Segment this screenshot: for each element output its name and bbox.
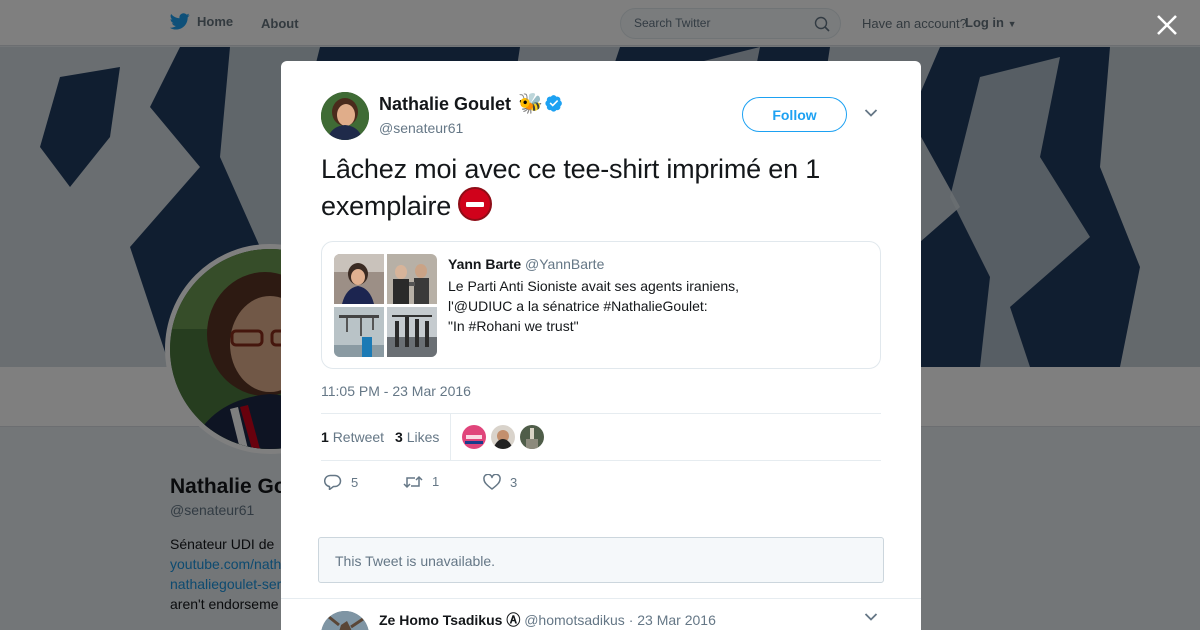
chevron-down-icon[interactable] [864,612,878,622]
quoted-author-handle: @YannBarte [525,256,605,272]
unavailable-tweet-notice: This Tweet is unavailable. [318,537,884,583]
like-action-count: 3 [510,474,518,490]
likes-stat-label: Likes [406,429,440,445]
retweet-icon [403,475,423,488]
divider [281,598,921,599]
verified-badge-icon [545,95,562,112]
author-avatar[interactable] [321,92,369,140]
retweet-stat-label: Retweet [332,429,385,445]
chevron-down-icon[interactable] [864,108,878,118]
media-thumbnail[interactable] [387,254,437,304]
tweet-text: Lâchez moi avec ce tee-shirt imprimé en … [321,152,891,224]
quoted-author[interactable]: Yann Barte @YannBarte [448,256,604,272]
bee-emoji: 🐝 [518,93,543,115]
author-handle[interactable]: @senateur61 [379,120,463,136]
likes-count: 3 [395,429,403,445]
reply-author-name[interactable]: Ze Homo Tsadikus Ⓐ [379,612,520,628]
quoted-text-line: "In #Rohani we trust" [448,318,579,334]
media-thumbnail[interactable] [387,307,437,357]
author-name[interactable]: Nathalie Goulet [379,94,511,115]
reply-header: Ze Homo Tsadikus Ⓐ @homotsadikus · 23 Ma… [379,610,716,630]
media-thumbnail[interactable] [334,307,384,357]
no-entry-icon [458,187,493,221]
quoted-text-line: Le Parti Anti Sioniste avait ses agents … [448,278,740,294]
quoted-text: Le Parti Anti Sioniste avait ses agents … [448,276,868,336]
like-button[interactable]: 3 [483,474,517,490]
liker-avatar[interactable] [462,425,486,449]
reply-button[interactable]: 5 [324,474,358,490]
retweet-action-count: 1 [432,474,440,489]
follow-button[interactable]: Follow [742,97,847,132]
liker-avatar[interactable] [520,425,544,449]
divider [450,414,451,461]
reply-icon [324,474,342,490]
tweet-stats: 1 Retweet 3 Likes [321,413,881,461]
liker-avatars [462,425,544,449]
retweet-stat[interactable]: 1 Retweet [321,429,384,445]
retweet-button[interactable]: 1 [403,474,439,489]
media-thumbnail[interactable] [334,254,384,304]
tweet-body: Lâchez moi avec ce tee-shirt imprimé en … [321,154,821,221]
reply-author-handle[interactable]: @homotsadikus [524,612,625,628]
tweet-timestamp[interactable]: 11:05 PM - 23 Mar 2016 [321,383,471,399]
tweet-modal: Nathalie Goulet 🐝 @senateur61 Follow Lâc… [281,61,921,630]
close-icon[interactable] [1154,12,1180,38]
like-icon [483,474,501,490]
quoted-media-grid[interactable] [334,254,437,357]
reply-author-avatar[interactable] [321,611,369,630]
reply-count: 5 [351,474,359,490]
reply-separator: · [628,612,634,628]
reply-date[interactable]: 23 Mar 2016 [637,612,716,628]
liker-avatar[interactable] [491,425,515,449]
likes-stat[interactable]: 3 Likes [395,429,439,445]
quoted-text-line: l'@UDIUC a la sénatrice #NathalieGoulet: [448,298,708,314]
retweet-count: 1 [321,429,329,445]
quoted-tweet[interactable]: Yann Barte @YannBarte Le Parti Anti Sion… [321,241,881,369]
quoted-author-name: Yann Barte [448,256,522,272]
